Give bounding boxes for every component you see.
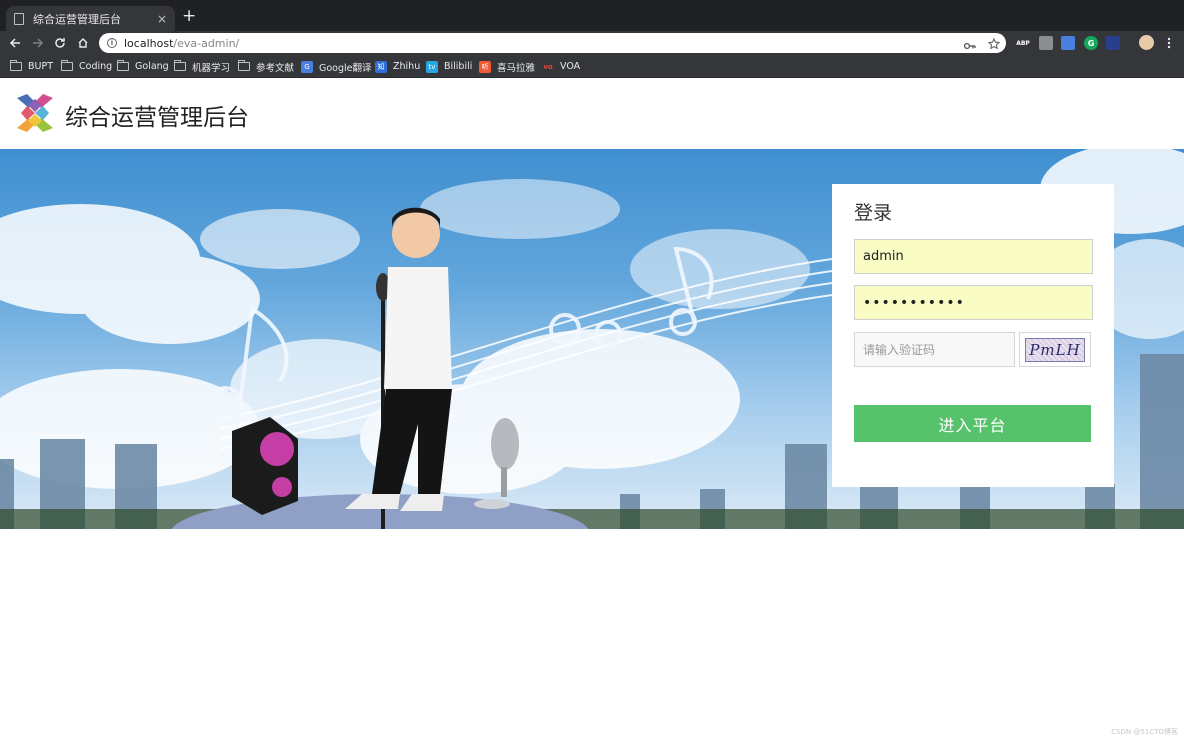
folder-icon xyxy=(174,60,186,71)
browser-tab[interactable]: 综合运营管理后台 × xyxy=(6,6,175,31)
bookmark-google-translate[interactable]: G Google翻译 xyxy=(301,59,372,74)
menu-kebab-icon[interactable] xyxy=(1160,34,1178,52)
back-icon[interactable] xyxy=(6,34,24,52)
captcha-input[interactable]: 请输入验证码 xyxy=(854,332,1015,367)
bookmark-zhihu[interactable]: 知 Zhihu xyxy=(375,59,420,74)
username-input[interactable]: admin xyxy=(854,239,1093,274)
folder-icon xyxy=(238,60,250,71)
adblock-plus-icon[interactable]: ABP xyxy=(1016,36,1030,50)
tab-title: 综合运营管理后台 xyxy=(33,12,121,26)
home-icon[interactable] xyxy=(74,34,92,52)
bookmark-bupt[interactable]: BUPT xyxy=(10,59,53,74)
translate-icon[interactable] xyxy=(1061,36,1075,50)
password-input[interactable]: ••••••••••• xyxy=(854,285,1093,320)
bilibili-icon: tv xyxy=(426,60,438,73)
address-bar[interactable]: i localhost/eva-admin/ xyxy=(99,33,1006,53)
extension-icon[interactable] xyxy=(1106,36,1120,50)
bookmark-ximalaya[interactable]: 听喜马拉雅 xyxy=(479,59,535,74)
folder-icon xyxy=(10,60,22,71)
captcha-image[interactable]: PmLH xyxy=(1019,332,1091,367)
folder-icon xyxy=(61,60,73,71)
site-info-icon[interactable]: i xyxy=(107,38,117,48)
grammarly-icon[interactable]: G xyxy=(1084,36,1098,50)
bookmark-voa[interactable]: vo VOA xyxy=(542,59,580,74)
bookmark-bilibili[interactable]: tv Bilibili xyxy=(426,59,472,74)
url-path: /eva-admin/ xyxy=(173,36,240,50)
browser-toolbar: i localhost/eva-admin/ ABP G xyxy=(0,31,1184,55)
captcha-code: PmLH xyxy=(1025,337,1085,362)
ximalaya-icon: 听 xyxy=(479,60,491,73)
voa-icon: vo xyxy=(543,62,553,71)
profile-avatar[interactable] xyxy=(1139,35,1154,50)
bookmark-golang[interactable]: Golang xyxy=(117,59,169,74)
bookmark-machine-learning[interactable]: 机器学习 xyxy=(174,59,230,74)
reload-icon[interactable] xyxy=(51,34,69,52)
url-host: localhost xyxy=(124,36,174,50)
site-logo-icon xyxy=(17,94,53,132)
reader-icon[interactable] xyxy=(1039,36,1053,50)
login-panel: 登录 admin ••••••••••• 请输入验证码 PmLH 进入平台 xyxy=(832,184,1114,487)
forward-icon[interactable] xyxy=(29,34,47,52)
browser-tabbar: 综合运营管理后台 × + xyxy=(0,0,1184,31)
zhihu-icon: 知 xyxy=(375,60,387,73)
bookmark-references[interactable]: 参考文献 xyxy=(238,59,294,74)
bookmark-coding[interactable]: Coding xyxy=(61,59,112,74)
site-header: 综合运营管理后台 xyxy=(0,78,1184,149)
key-icon[interactable] xyxy=(963,35,976,54)
tab-close-icon[interactable]: × xyxy=(157,13,167,25)
bookmark-star-icon[interactable] xyxy=(987,35,1001,54)
google-translate-icon: G xyxy=(301,60,313,73)
login-title: 登录 xyxy=(854,202,893,224)
new-tab-button[interactable]: + xyxy=(182,8,196,25)
watermark: CSDN @51CTO博客 xyxy=(1111,728,1178,736)
folder-icon xyxy=(117,60,129,71)
site-title: 综合运营管理后台 xyxy=(65,105,249,131)
login-submit-button[interactable]: 进入平台 xyxy=(854,405,1091,442)
page-icon xyxy=(14,12,24,25)
bookmarks-bar: BUPT Coding Golang 机器学习 参考文献 G Google翻译 知… xyxy=(0,55,1184,78)
